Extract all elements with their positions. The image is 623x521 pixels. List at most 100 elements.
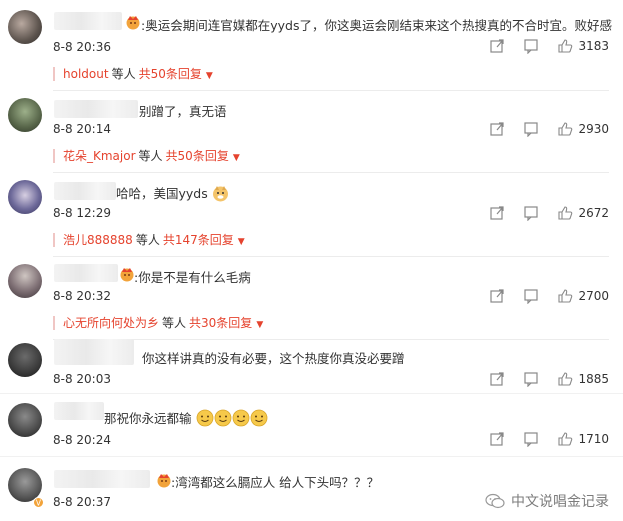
comment-text-content: 那祝你永远都输 (104, 411, 192, 426)
reply-count[interactable]: 共50条回复 (166, 149, 229, 163)
comment-divider (0, 393, 623, 394)
comment-text-content: 哈哈，美国yyds (116, 186, 208, 201)
comment-icon[interactable] (523, 38, 539, 55)
comment-text: :你是不是有什么毛病 (134, 270, 251, 285)
username[interactable] (54, 264, 118, 282)
thumb-up-icon (558, 39, 573, 53)
comment-time: 8-8 20:14 (53, 122, 111, 136)
comment-icon[interactable] (523, 371, 539, 388)
chevron-down-icon[interactable]: ▼ (256, 320, 263, 330)
comment-time: 8-8 20:24 (53, 433, 111, 447)
comment-actions: 1885 (489, 371, 609, 388)
avatar[interactable] (8, 264, 42, 298)
chevron-down-icon[interactable]: ▼ (233, 153, 240, 163)
username[interactable] (54, 402, 104, 420)
share-icon[interactable] (489, 431, 505, 447)
smile-emoji-icon (232, 409, 250, 430)
chevron-down-icon[interactable]: ▼ (206, 71, 213, 81)
reply-summary[interactable]: 浩儿888888 等人 共147条回复 ▼ (53, 228, 609, 257)
reply-separator (53, 316, 55, 330)
comment-icon[interactable] (523, 431, 539, 448)
chevron-down-icon[interactable]: ▼ (238, 237, 245, 247)
svg-text:V: V (36, 498, 42, 507)
watermark-text: 中文说唱金记录 (511, 494, 609, 510)
avatar[interactable] (8, 10, 42, 44)
like-button[interactable]: 3183 (557, 38, 609, 54)
comment-icon[interactable] (523, 205, 539, 222)
reply-count[interactable]: 共147条回复 (163, 233, 234, 247)
like-count: 3183 (578, 39, 609, 53)
reply-count[interactable]: 共50条回复 (139, 67, 202, 81)
like-count: 1885 (578, 372, 609, 386)
reply-user[interactable]: 浩儿888888 (63, 233, 133, 247)
like-count: 1710 (578, 432, 609, 446)
reply-count[interactable]: 共30条回复 (189, 316, 252, 330)
comment-text: 那祝你永远都输 (104, 408, 268, 430)
comment-actions: 1710 (489, 431, 609, 448)
reply-separator (53, 149, 55, 163)
like-button[interactable]: 1885 (557, 371, 609, 387)
avatar[interactable] (8, 343, 42, 377)
like-button[interactable]: 2700 (557, 288, 609, 304)
comment-time: 8-8 20:03 (53, 372, 111, 386)
comment-actions: 3183 (489, 38, 609, 55)
reply-user[interactable]: 心无所向何处为乡 (63, 316, 159, 330)
comment-icon[interactable] (523, 121, 539, 138)
share-icon[interactable] (489, 121, 505, 137)
username[interactable] (54, 339, 134, 365)
reply-summary[interactable]: 花朵_Kmajor 等人 共50条回复 ▼ (53, 144, 609, 173)
smile-emoji-icon (214, 409, 232, 430)
reply-summary[interactable]: holdout 等人 共50条回复 ▼ (53, 62, 609, 91)
comment-text: 你这样讲真的没有必要，这个热度你真没必要蹭 (142, 351, 405, 366)
like-button[interactable]: 1710 (557, 431, 609, 447)
thumb-up-icon (558, 206, 573, 220)
reply-user[interactable]: holdout (63, 67, 109, 81)
like-count: 2672 (578, 206, 609, 220)
avatar[interactable] (8, 403, 42, 437)
comment-actions: 2700 (489, 288, 609, 305)
comment-text: 哈哈，美国yyds (116, 183, 229, 205)
comment-actions: 2672 (489, 205, 609, 222)
username[interactable] (54, 470, 150, 488)
comment-time: 8-8 12:29 (53, 206, 111, 220)
watermark: 中文说唱金记录 (485, 491, 609, 511)
reply-summary[interactable]: 心无所向何处为乡 等人 共30条回复 ▼ (53, 311, 609, 340)
comment-time: 8-8 20:36 (53, 40, 111, 54)
comment-divider (0, 456, 623, 457)
comment-icon[interactable] (523, 288, 539, 305)
like-button[interactable]: 2930 (557, 121, 609, 137)
reply-mid: 等人 (162, 316, 187, 330)
share-icon[interactable] (489, 288, 505, 304)
username[interactable] (54, 100, 138, 118)
thumb-up-icon (558, 289, 573, 303)
comment-time: 8-8 20:37 (53, 495, 111, 509)
comment-actions: 2930 (489, 121, 609, 138)
thumb-up-icon (558, 122, 573, 136)
comment-text: :奥运会期间连官媒都在yyds了，你这奥运会刚结束来这个热搜真的不合时宜。败好感 (141, 18, 612, 33)
crown-icon (119, 266, 135, 286)
reply-user[interactable]: 花朵_Kmajor (63, 149, 136, 163)
reply-mid: 等人 (138, 149, 163, 163)
comment-text: :湾湾都这么膈应人 给人下头吗？？？ (171, 475, 380, 490)
like-button[interactable]: 2672 (557, 205, 609, 221)
smile-emoji-icon (250, 409, 268, 430)
verified-badge-icon: V (33, 493, 44, 512)
smile-emoji-icon (196, 409, 214, 430)
reply-mid: 等人 (111, 67, 136, 81)
avatar[interactable] (8, 98, 42, 132)
username[interactable] (54, 182, 116, 200)
username[interactable] (54, 12, 122, 30)
doge-emoji-icon (212, 185, 229, 205)
reply-separator (53, 67, 55, 81)
share-icon[interactable] (489, 38, 505, 54)
comment-time: 8-8 20:32 (53, 289, 111, 303)
thumb-up-icon (558, 432, 573, 446)
reply-mid: 等人 (135, 233, 160, 247)
crown-icon (125, 14, 141, 34)
like-count: 2930 (578, 122, 609, 136)
wechat-icon (485, 493, 505, 509)
avatar[interactable] (8, 180, 42, 214)
share-icon[interactable] (489, 371, 505, 387)
share-icon[interactable] (489, 205, 505, 221)
reply-separator (53, 233, 55, 247)
